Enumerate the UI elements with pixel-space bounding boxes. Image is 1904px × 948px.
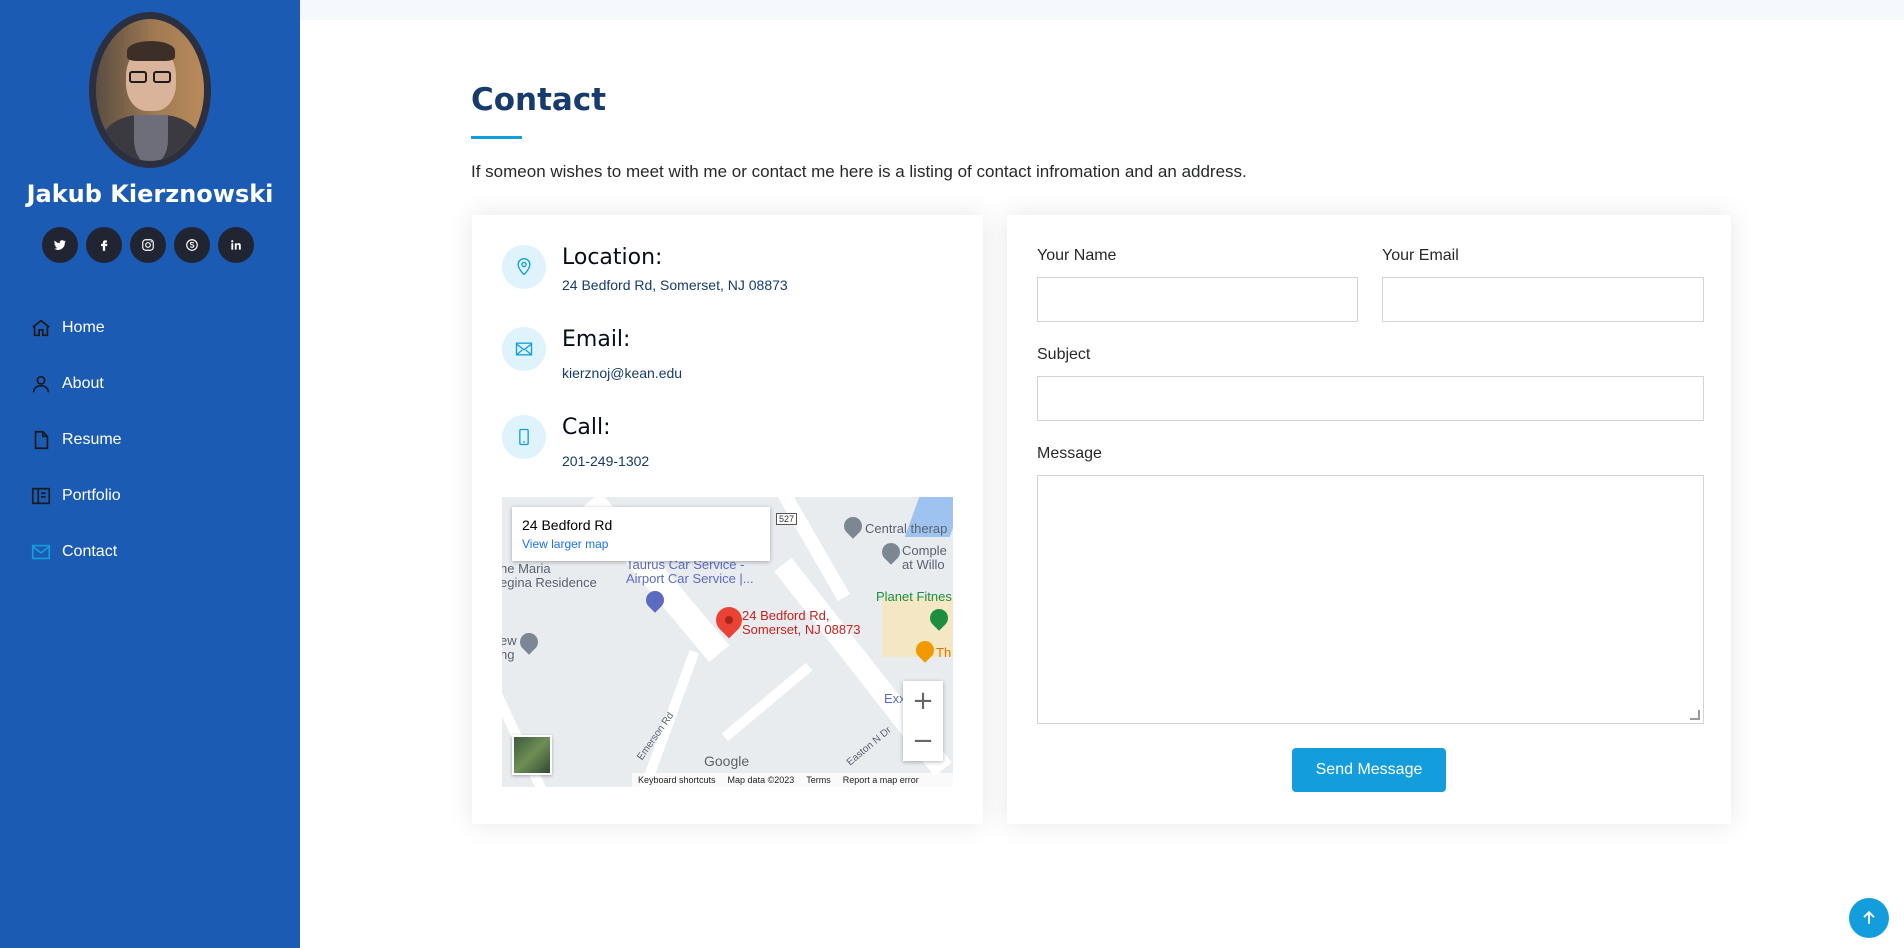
report-map-error-link[interactable]: Report a map error [843,775,919,785]
map-label: ng [502,647,515,662]
back-to-top-button[interactable] [1849,898,1889,938]
skype-icon[interactable] [174,227,210,263]
message-label: Message [1037,445,1102,462]
email-label: Your Email [1382,247,1459,264]
profile-name: Jakub Kierznowski [26,180,274,208]
map-label: ew [502,633,517,648]
nav-item-contact[interactable]: Contact [30,524,122,580]
book-icon [30,485,52,507]
map-road [721,662,813,742]
map-marker-label: 24 Bedford Rd, Somerset, NJ 08873 [742,609,861,637]
email-label: Email: [562,327,631,352]
twitter-icon[interactable] [42,227,78,263]
zoom-out-button[interactable]: − [903,721,943,761]
phone-icon [502,415,546,459]
instagram-icon[interactable] [130,227,166,263]
map-label: Central therap [865,521,948,536]
social-links [42,227,254,263]
page-title: Contact [471,82,607,118]
embedded-map[interactable]: he Maria egina Residence Taurus Car Serv… [502,497,953,787]
subject-input[interactable] [1037,376,1704,421]
nav-item-home[interactable]: Home [30,300,122,356]
map-label: Comple [902,543,947,558]
map-data-text: Map data ©2023 [727,775,795,785]
file-icon [30,429,52,451]
title-underline [471,136,522,139]
poi-icon[interactable] [878,539,904,565]
nav-item-label: Home [62,319,105,336]
call-label: Call: [562,415,611,440]
keyboard-shortcuts-link[interactable]: Keyboard shortcuts [638,775,716,785]
resize-handle-icon[interactable] [1690,710,1700,720]
name-input[interactable] [1037,277,1358,322]
map-label: he Maria [502,561,551,576]
sidebar: Jakub Kierznowski Home About Resume Port… [0,0,300,948]
contact-form: Your Name Your Email Subject Message Sen… [1007,215,1731,824]
map-info-window: 24 Bedford Rd View larger map [512,507,770,561]
zoom-in-button[interactable]: + [903,681,943,721]
email-value: kierznoj@kean.edu [562,365,683,381]
satellite-toggle[interactable] [512,735,552,775]
map-footer: Keyboard shortcuts Map data ©2023 Terms … [632,773,953,787]
nav-item-label: Contact [62,543,118,560]
poi-icon[interactable] [516,629,542,655]
envelope-icon [502,327,546,371]
location-label: Location: [562,245,663,270]
poi-icon[interactable] [840,513,866,539]
map-label: Airport Car Service |... [626,571,754,586]
nav-item-label: Resume [62,431,122,448]
google-logo: Google [704,753,750,769]
nav-item-label: About [62,375,104,392]
profile-avatar [89,12,211,168]
message-textarea[interactable] [1037,475,1704,724]
house-icon [30,317,52,339]
person-icon [30,373,52,395]
map-info-title: 24 Bedford Rd [522,517,613,533]
route-shield: 527 [776,513,798,525]
facebook-icon[interactable] [86,227,122,263]
email-input[interactable] [1382,277,1704,322]
linkedin-icon[interactable] [218,227,254,263]
call-value: 201-249-1302 [562,453,650,469]
map-label: Th [936,645,952,660]
subject-label: Subject [1037,346,1091,363]
name-label: Your Name [1037,247,1117,264]
intro-text: If someon wishes to meet with me or cont… [471,162,1247,181]
map-pin-icon [502,245,546,289]
map-label: Easton N Dr [844,724,894,769]
nav-item-about[interactable]: About [30,356,122,412]
nav-item-portfolio[interactable]: Portfolio [30,468,122,524]
terms-link[interactable]: Terms [806,775,831,785]
map-zoom-controls: + − [903,681,943,761]
map-marker-label-line: 24 Bedford Rd, [742,608,830,623]
envelope-icon [30,541,52,563]
map-marker-label-line: Somerset, NJ 08873 [742,622,861,637]
map-label: at Willo [902,557,945,572]
contact-info-card: Location: 24 Bedford Rd, Somerset, NJ 08… [472,215,983,824]
map-label: egina Residence [502,575,597,590]
send-message-button[interactable]: Send Message [1292,748,1446,792]
map-label: Planet Fitnes [876,589,952,604]
nav-item-resume[interactable]: Resume [30,412,122,468]
view-larger-map-link[interactable]: View larger map [522,537,760,551]
top-strip [300,0,1904,20]
nav-menu: Home About Resume Portfolio Contact [30,300,122,580]
nav-item-label: Portfolio [62,487,121,504]
location-value: 24 Bedford Rd, Somerset, NJ 08873 [562,277,788,293]
arrow-up-icon [1863,910,1875,924]
